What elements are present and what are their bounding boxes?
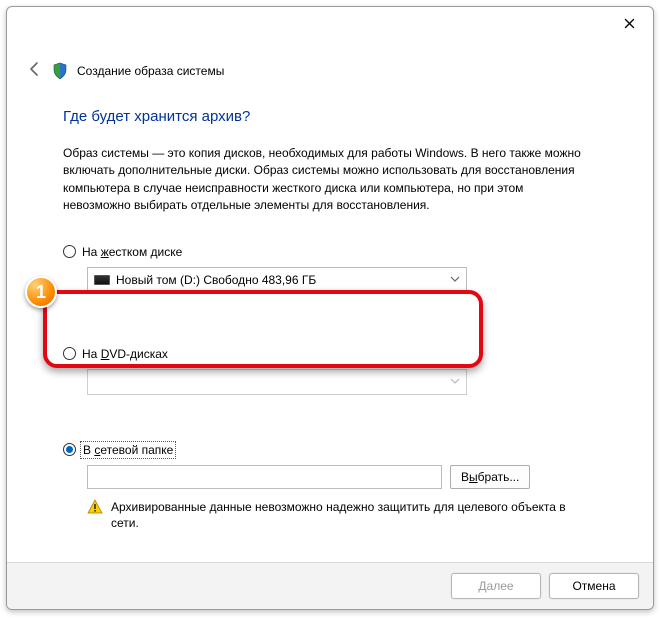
radio-dvd-label: На DVD-дисках <box>82 347 168 361</box>
back-arrow-icon[interactable] <box>27 61 43 80</box>
shield-icon <box>51 62 69 80</box>
dvd-drive-combo[interactable] <box>87 369 467 395</box>
wizard-header: Создание образа системы <box>7 47 653 80</box>
warning-icon <box>87 499 103 515</box>
dialog-footer: Далее Отмена <box>7 562 653 609</box>
wizard-title: Создание образа системы <box>77 64 224 78</box>
browse-button[interactable]: Выбрать... <box>450 465 530 489</box>
option-network: В сетевой папке Выбрать... Архивированн <box>63 439 597 537</box>
hdd-drive-value: Новый том (D:) Свободно 483,96 ГБ <box>116 273 316 287</box>
network-path-input[interactable] <box>87 465 442 489</box>
radio-icon <box>63 245 76 258</box>
option-hdd: На жестком диске Новый том (D:) Свободно… <box>63 241 597 297</box>
question-heading: Где будет хранится архив? <box>63 108 597 125</box>
radio-network-label: В сетевой папке <box>82 443 174 457</box>
cancel-button[interactable]: Отмена <box>549 573 639 599</box>
radio-hdd[interactable]: На жестком диске <box>63 245 597 259</box>
network-warning-text: Архивированные данные невозможно надежно… <box>111 499 567 533</box>
radio-hdd-label: На жестком диске <box>82 245 182 259</box>
chevron-down-icon <box>450 273 460 287</box>
close-icon <box>624 18 635 32</box>
radio-icon <box>63 347 76 360</box>
close-button[interactable] <box>609 11 649 39</box>
dialog-window: Создание образа системы Где будет хранит… <box>6 6 654 610</box>
content-area: Где будет хранится архив? Образ системы … <box>7 80 653 562</box>
annotation-badge-1: 1 <box>25 276 57 308</box>
next-button[interactable]: Далее <box>451 573 541 599</box>
network-path-row: Выбрать... <box>87 465 597 489</box>
option-dvd: На DVD-дисках <box>63 343 597 399</box>
hdd-drive-combo[interactable]: Новый том (D:) Свободно 483,96 ГБ <box>87 267 467 293</box>
network-warning: Архивированные данные невозможно надежно… <box>87 499 567 533</box>
title-bar <box>7 7 653 47</box>
radio-icon <box>63 443 76 456</box>
description-text: Образ системы — это копия дисков, необхо… <box>63 145 583 215</box>
radio-network[interactable]: В сетевой папке <box>63 443 597 457</box>
radio-dvd[interactable]: На DVD-дисках <box>63 347 597 361</box>
drive-icon <box>94 275 110 285</box>
chevron-down-icon <box>450 375 460 389</box>
